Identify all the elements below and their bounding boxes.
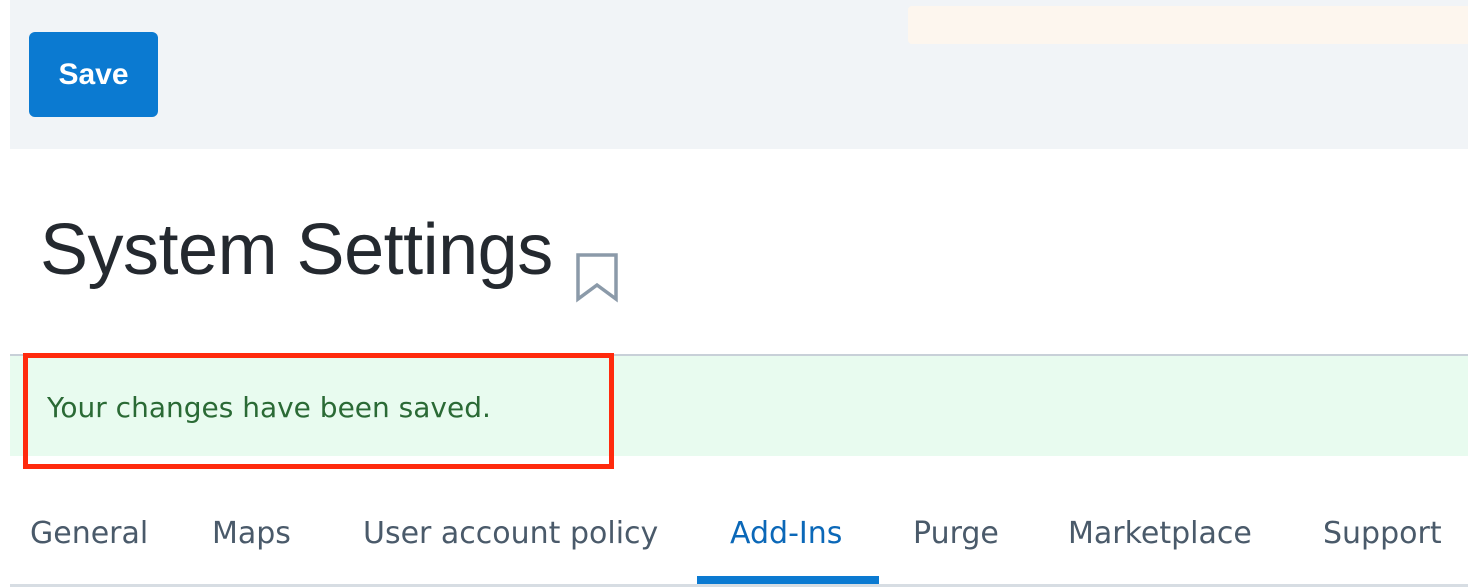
active-tab-indicator <box>697 576 879 584</box>
highlight-annotation <box>23 353 614 469</box>
save-button[interactable]: Save <box>29 32 158 117</box>
left-edge <box>0 0 10 587</box>
bookmark-icon[interactable] <box>573 251 621 303</box>
tab-general[interactable]: General <box>30 516 148 551</box>
settings-page: Save System Settings Your changes have b… <box>0 0 1468 587</box>
tab-maps[interactable]: Maps <box>212 516 291 551</box>
notice-strip <box>908 6 1468 44</box>
title-row: System Settings <box>40 205 621 303</box>
tab-add-ins[interactable]: Add-Ins <box>730 516 842 551</box>
tab-user-account-policy[interactable]: User account policy <box>363 516 658 551</box>
tab-support[interactable]: Support <box>1323 516 1442 551</box>
page-title: System Settings <box>40 210 553 290</box>
tab-purge[interactable]: Purge <box>913 516 999 551</box>
tab-bar: General Maps User account policy Add-Ins… <box>10 490 1468 587</box>
toolbar <box>10 0 1468 149</box>
tab-marketplace[interactable]: Marketplace <box>1068 516 1252 551</box>
